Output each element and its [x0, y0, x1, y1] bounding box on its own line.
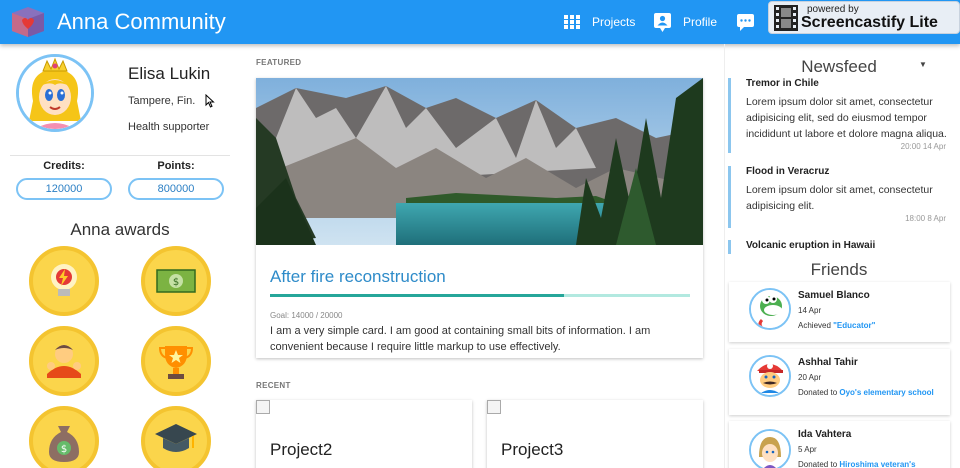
- friend-name[interactable]: Samuel Blanco: [798, 290, 870, 301]
- newsfeed-title: Newsfeed: [801, 57, 877, 76]
- awards-title: Anna awards: [70, 220, 170, 239]
- princess-avatar-icon: [19, 57, 91, 129]
- trophy-award-icon: [158, 346, 194, 379]
- friend-avatar[interactable]: [749, 355, 791, 397]
- app-root: Anna Community Projects Profile powered …: [0, 0, 960, 468]
- friend-name[interactable]: Ashhal Tahir: [798, 357, 858, 368]
- friend-activity: Donated to Hiroshima veteran's: [798, 458, 938, 468]
- news-item[interactable]: Tremor in Chile Lorem ipsum dolor sit am…: [728, 78, 950, 153]
- yoshi-avatar-icon: [751, 290, 789, 328]
- moneybag-award-icon: $: [49, 426, 79, 462]
- recent-project-card[interactable]: Project3: [487, 400, 703, 468]
- credits-label: Credits:: [43, 160, 85, 172]
- news-date: 20:00 14 Apr: [900, 142, 946, 151]
- award-money[interactable]: $: [141, 246, 211, 316]
- recent-section-label: RECENT: [256, 381, 291, 390]
- nav-projects-label: Projects: [592, 15, 636, 29]
- friend-activity: Donated to Oyo's elementary school: [798, 386, 938, 399]
- nav-projects[interactable]: Projects: [564, 0, 635, 44]
- friend-activity-text: Donated to: [798, 460, 840, 468]
- nav-profile[interactable]: Profile: [654, 0, 717, 44]
- graduation-cap-award-icon: [155, 424, 197, 452]
- funding-progress-fill: [270, 294, 564, 297]
- profile-icon: [654, 12, 671, 32]
- featured-project-card[interactable]: After fire reconstruction Goal: 14000 / …: [256, 78, 703, 358]
- mario-avatar-icon: [751, 357, 789, 395]
- friend-card[interactable]: Ashhal Tahir 20 Apr Donated to Oyo's ele…: [729, 349, 950, 415]
- nav-messages[interactable]: [737, 0, 766, 44]
- mouse-cursor-icon: [205, 94, 215, 108]
- award-moneybag[interactable]: $: [29, 406, 99, 468]
- money-award-icon: $: [156, 269, 196, 293]
- featured-image: [256, 78, 703, 245]
- award-graduation[interactable]: [141, 406, 211, 468]
- news-body: Lorem ipsum dolor sit amet, consectetur …: [746, 184, 933, 212]
- recent-project-card[interactable]: Project2: [256, 400, 472, 468]
- friend-date: 20 Apr: [798, 373, 822, 382]
- award-team[interactable]: [29, 326, 99, 396]
- top-app-bar: Anna Community Projects Profile powered …: [0, 0, 960, 44]
- news-title: Volcanic eruption in Hawaii: [746, 240, 876, 251]
- app-title[interactable]: Anna Community: [57, 9, 226, 35]
- friends-title: Friends: [810, 260, 868, 279]
- award-lightbulb[interactable]: [29, 246, 99, 316]
- featured-card-goal: Goal: 14000 / 20000: [270, 311, 343, 320]
- recent-project-title[interactable]: Project2: [270, 440, 332, 460]
- featured-card-description: I am a very simple card. I am good at co…: [270, 325, 651, 353]
- right-panel-divider: [724, 44, 725, 468]
- friend-card[interactable]: Samuel Blanco 14 Apr Achieved "Educator": [729, 282, 950, 342]
- friend-activity-text: Achieved: [798, 321, 834, 330]
- screencastify-watermark: powered by Screencastify Lite: [768, 1, 960, 34]
- broken-image-icon: [487, 400, 501, 414]
- chat-icon: [737, 13, 754, 31]
- elf-avatar-icon: [751, 431, 789, 468]
- news-body: Lorem ipsum dolor sit amet, consectetur …: [746, 96, 947, 140]
- points-label: Points:: [157, 160, 195, 172]
- featured-section-label: FEATURED: [256, 58, 302, 67]
- profile-divider: [10, 155, 230, 156]
- watermark-big-text: Screencastify Lite: [801, 14, 938, 31]
- anna-logo-icon[interactable]: [8, 5, 48, 39]
- friend-date: 14 Apr: [798, 306, 822, 315]
- friend-activity-link[interactable]: Oyo's elementary school: [839, 388, 933, 397]
- svg-text:$: $: [173, 277, 179, 288]
- nav-profile-label: Profile: [683, 15, 718, 29]
- news-item[interactable]: Volcanic eruption in Hawaii: [728, 240, 950, 254]
- user-name: Elisa Lukin: [128, 64, 211, 83]
- friend-avatar[interactable]: [749, 288, 791, 330]
- film-icon: [774, 5, 798, 31]
- points-badge[interactable]: 800000: [128, 178, 224, 200]
- funding-progress-bar: [270, 294, 690, 297]
- news-item[interactable]: Flood in Veracruz Lorem ipsum dolor sit …: [728, 166, 950, 228]
- broken-image-icon: [256, 400, 270, 414]
- friend-card[interactable]: Ida Vahtera 5 Apr Donated to Hiroshima v…: [729, 421, 950, 468]
- team-award-icon: [47, 345, 81, 378]
- friend-activity-link[interactable]: Hiroshima veteran's: [839, 460, 915, 468]
- friend-avatar[interactable]: [749, 429, 791, 468]
- user-avatar[interactable]: [16, 54, 94, 132]
- news-title: Flood in Veracruz: [746, 166, 830, 177]
- user-location: Tampere, Fin.: [128, 95, 196, 107]
- featured-card-title[interactable]: After fire reconstruction: [270, 267, 446, 287]
- mountain-lake-image: [256, 78, 703, 245]
- friend-activity-link[interactable]: "Educator": [833, 321, 875, 330]
- award-trophy[interactable]: [141, 326, 211, 396]
- friend-activity: Achieved "Educator": [798, 319, 938, 332]
- friend-name[interactable]: Ida Vahtera: [798, 429, 851, 440]
- news-date: 18:00 8 Apr: [905, 214, 946, 223]
- credits-badge[interactable]: 120000: [16, 178, 112, 200]
- newsfeed-dropdown-icon[interactable]: ▼: [919, 60, 927, 69]
- friend-activity-text: Donated to: [798, 388, 840, 397]
- recent-project-title[interactable]: Project3: [501, 440, 563, 460]
- grid-icon: [564, 15, 580, 29]
- user-role: Health supporter: [128, 121, 210, 133]
- news-title: Tremor in Chile: [746, 78, 819, 89]
- lightbulb-award-icon: [51, 264, 77, 296]
- svg-text:$: $: [61, 444, 67, 455]
- friend-date: 5 Apr: [798, 445, 817, 454]
